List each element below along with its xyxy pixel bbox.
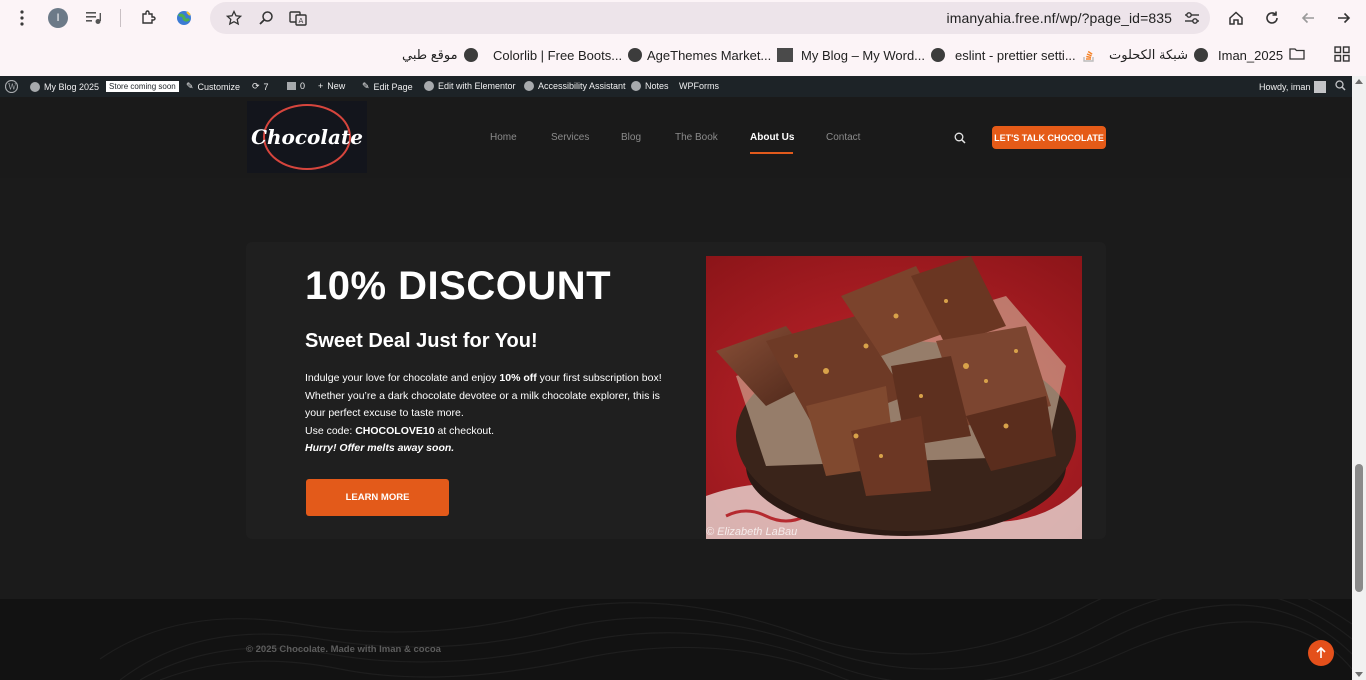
site-settings-icon[interactable] — [1180, 6, 1204, 30]
chocolate-bowl-illustration — [706, 256, 1082, 539]
svg-text:A: A — [299, 17, 304, 25]
admin-search-icon[interactable] — [1335, 80, 1346, 91]
nav-home[interactable]: Home — [490, 132, 517, 143]
active-nav-indicator — [750, 152, 793, 154]
wp-admin-bar: W My Blog 2025 Store coming soon ✎ Custo… — [0, 76, 1352, 97]
description-line-3: your perfect excuse to taste more. — [305, 407, 464, 419]
image-watermark: © Elizabeth LaBau — [706, 526, 798, 538]
bookmark-my-blog[interactable]: My Blog – My Word... — [801, 46, 946, 64]
stackoverflow-icon — [1082, 48, 1096, 62]
description-line-1: Indulge your love for chocolate and enjo… — [305, 372, 662, 384]
admin-updates[interactable]: ⟳ 7 — [252, 81, 269, 92]
site-logo[interactable]: Chocolate — [247, 101, 367, 173]
updates-icon: ⟳ — [252, 81, 260, 91]
comment-icon — [287, 82, 296, 90]
folder-icon — [1289, 47, 1305, 63]
globe-icon — [628, 48, 643, 62]
kebab-menu-icon[interactable] — [10, 6, 34, 30]
admin-edit-elementor[interactable]: Edit with Elementor — [424, 81, 516, 91]
pencil-icon: ✎ — [362, 81, 370, 91]
bookmarks-bar: موقع طبي Colorlib | Free Boots... AgeThe… — [0, 40, 1366, 70]
extension-globe-icon[interactable] — [172, 6, 196, 30]
description-line-2: Whether you’re a dark chocolate devotee … — [305, 389, 660, 402]
accessibility-icon — [524, 81, 534, 91]
nav-the-book[interactable]: The Book — [675, 132, 718, 143]
admin-notes[interactable]: Notes — [631, 81, 669, 91]
discount-subtitle: Sweet Deal Just for You! — [305, 330, 538, 352]
learn-more-button[interactable]: LEARN MORE — [306, 479, 449, 516]
notes-icon — [631, 81, 641, 91]
footer-topo-pattern — [99, 599, 1352, 680]
scroll-up-arrow-icon[interactable] — [1355, 79, 1363, 84]
wordpress-logo-icon[interactable]: W — [5, 80, 18, 93]
admin-customize[interactable]: ✎ Customize — [186, 81, 240, 92]
svg-text:W: W — [8, 83, 17, 92]
bookmark-colorlib[interactable]: Colorlib | Free Boots... — [493, 46, 643, 64]
hurry-line: Hurry! Offer melts away soon. — [305, 442, 455, 454]
reload-icon[interactable] — [1260, 6, 1284, 30]
back-arrow-icon[interactable] — [1296, 6, 1320, 30]
globe-icon — [931, 48, 946, 62]
admin-wpforms[interactable]: WPForms — [679, 81, 719, 91]
chocolate-bark-image: © Elizabeth LaBau — [706, 256, 1082, 539]
admin-site-name[interactable]: My Blog 2025 Store coming soon — [30, 81, 179, 92]
media-control-icon[interactable] — [82, 6, 106, 30]
dashboard-icon — [30, 81, 40, 92]
home-icon[interactable] — [1224, 6, 1248, 30]
admin-new[interactable]: + New — [318, 81, 345, 91]
admin-howdy[interactable]: Howdy, iman — [1259, 81, 1327, 93]
scroll-thumb[interactable] — [1355, 464, 1363, 592]
site-footer: © 2025 Chocolate. Made with Iman & cocoa — [0, 599, 1352, 680]
nav-services[interactable]: Services — [551, 132, 589, 143]
bookmark-star-icon[interactable] — [222, 6, 246, 30]
brush-icon: ✎ — [186, 81, 194, 91]
admin-accessibility[interactable]: Accessibility Assistant — [524, 81, 626, 91]
nav-about-us[interactable]: About Us — [750, 132, 794, 143]
bookmark-iman-2025[interactable]: Iman_2025 — [1218, 46, 1305, 64]
bookmark-medical-site[interactable]: موقع طبي — [402, 46, 478, 64]
url-text: imanyahia.free.nf/wp/?page_id=835 — [946, 10, 1172, 26]
user-avatar — [1314, 81, 1327, 93]
zoom-icon[interactable] — [254, 6, 278, 30]
nav-blog[interactable]: Blog — [621, 132, 641, 143]
search-icon[interactable] — [954, 131, 966, 144]
admin-edit-page[interactable]: ✎ Edit Page — [362, 81, 413, 92]
lets-talk-chocolate-button[interactable]: LET'S TALK CHOCOLATE — [992, 126, 1106, 149]
toolbar-divider — [120, 9, 121, 27]
discount-title: 10% DISCOUNT — [305, 264, 612, 308]
promo-code-line: Use code: CHOCOLOVE10 at checkout. — [305, 424, 495, 437]
extensions-icon[interactable] — [136, 6, 160, 30]
profile-avatar[interactable]: I — [46, 6, 70, 30]
promo-section: 10% DISCOUNT Sweet Deal Just for You! In… — [0, 178, 1352, 599]
admin-comments[interactable]: 0 — [287, 81, 305, 91]
site-header: Chocolate Home Services Blog The Book Ab… — [0, 97, 1352, 178]
apps-grid-icon[interactable] — [1330, 42, 1354, 66]
bookmark-agethemes[interactable]: AgeThemes Market... — [647, 46, 794, 64]
globe-icon — [463, 48, 478, 62]
bookmark-eslint[interactable]: eslint - prettier setti... — [955, 46, 1096, 64]
store-status-badge: Store coming soon — [106, 81, 179, 92]
arrow-up-icon — [1316, 647, 1326, 658]
page-scrollbar[interactable] — [1352, 76, 1366, 680]
browser-toolbar: I A imanyahia.free.nf/wp/?page_id=835 — [0, 0, 1366, 36]
discount-card: 10% DISCOUNT Sweet Deal Just for You! In… — [246, 242, 1106, 539]
discount-description: Indulge your love for chocolate and enjo… — [305, 370, 685, 458]
forward-arrow-icon[interactable] — [1332, 6, 1356, 30]
bookmark-kahlout-network[interactable]: شبكة الكحلوت — [1109, 46, 1208, 64]
browser-chrome: I A imanyahia.free.nf/wp/?page_id=835 مو… — [0, 0, 1366, 76]
scroll-down-arrow-icon[interactable] — [1355, 672, 1363, 677]
globe-icon — [1193, 48, 1208, 62]
footer-copyright: © 2025 Chocolate. Made with Iman & cocoa — [246, 644, 441, 655]
elementor-icon — [424, 81, 434, 91]
scroll-to-top-button[interactable] — [1308, 640, 1334, 666]
plus-icon: + — [318, 81, 324, 91]
nav-contact[interactable]: Contact — [826, 132, 860, 143]
promo-code: CHOCOLOVE10 — [355, 424, 435, 437]
agethemes-icon — [777, 48, 794, 62]
logo-ring: Chocolate — [251, 104, 363, 170]
address-bar[interactable]: A imanyahia.free.nf/wp/?page_id=835 — [210, 2, 1210, 34]
translate-icon[interactable]: A — [286, 6, 310, 30]
